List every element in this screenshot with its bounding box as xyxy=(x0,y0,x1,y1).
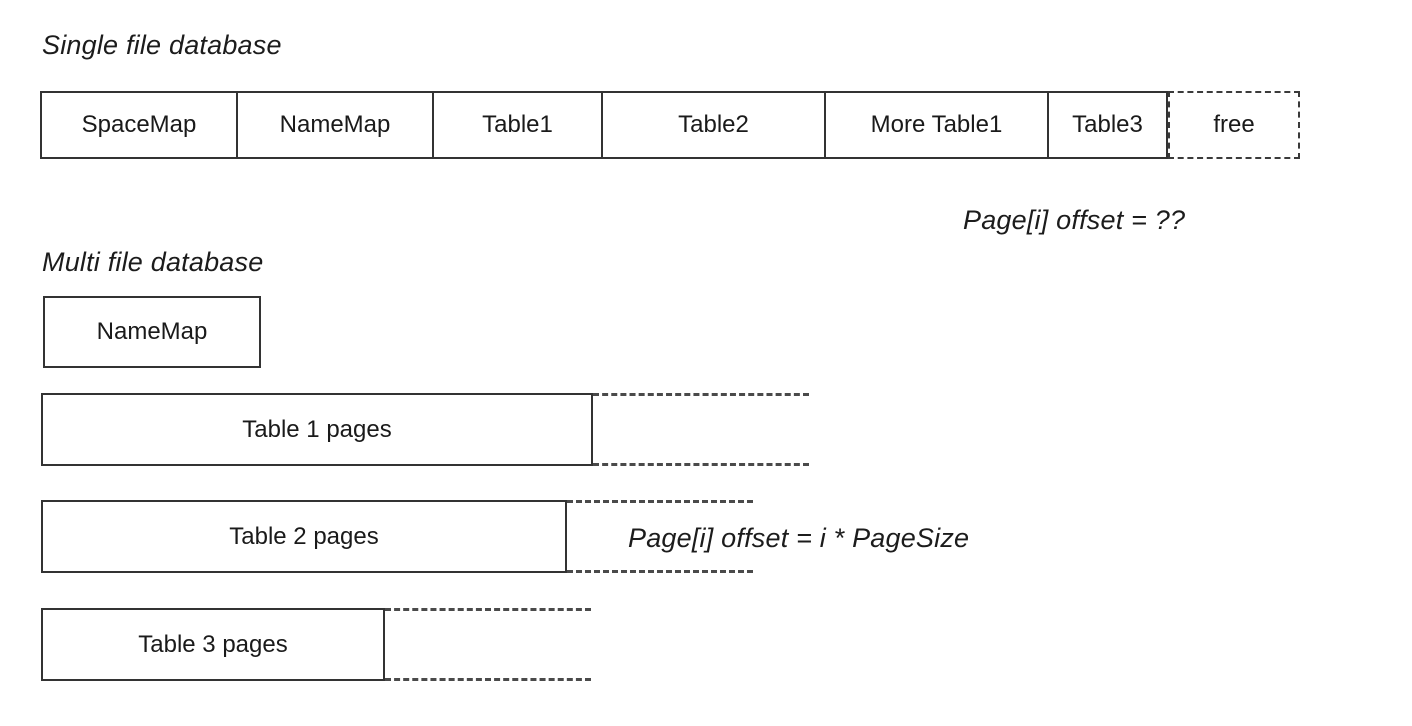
strip-cell-label: Table3 xyxy=(1072,111,1143,138)
table-3-pages-growth-extension xyxy=(385,608,591,681)
single-file-offset-formula: Page[i] offset = ?? xyxy=(963,205,1186,235)
growth-extension-bottom-rule xyxy=(385,678,591,681)
growth-extension-bottom-rule xyxy=(567,570,753,573)
growth-extension-top-rule xyxy=(385,608,591,611)
strip-cell-namemap: NameMap xyxy=(237,91,433,159)
strip-cell-label: NameMap xyxy=(279,111,391,138)
strip-cell-table3: Table3 xyxy=(1048,91,1168,159)
growth-extension-top-rule xyxy=(567,500,753,503)
multi-file-box-label: Table 2 pages xyxy=(229,522,379,550)
multi-file-offset-formula: Page[i] offset = i * PageSize xyxy=(628,523,970,553)
multi-file-box-table-1-pages: Table 1 pages xyxy=(41,393,593,466)
strip-cell-spacemap: SpaceMap xyxy=(40,91,237,159)
strip-cell-label: free xyxy=(1213,111,1255,138)
multi-file-box-label: NameMap xyxy=(96,318,208,345)
multi-file-box-namemap: NameMap xyxy=(43,296,261,368)
growth-extension-top-rule xyxy=(593,393,809,396)
strip-cell-label: More Table1 xyxy=(870,111,1003,138)
database-layout-diagram: Single file database SpaceMap NameMap Ta… xyxy=(0,0,1412,726)
table-1-pages-growth-extension xyxy=(593,393,809,466)
strip-cell-table1: Table1 xyxy=(433,91,602,159)
single-file-database-caption: Single file database xyxy=(42,30,282,60)
growth-extension-bottom-rule xyxy=(593,463,809,466)
strip-cell-label: Table2 xyxy=(678,111,749,138)
single-file-strip: SpaceMap NameMap Table1 Table2 More Tabl… xyxy=(40,91,1300,159)
strip-cell-table2: Table2 xyxy=(602,91,825,159)
multi-file-box-label: Table 3 pages xyxy=(138,630,288,658)
strip-cell-free: free xyxy=(1168,91,1300,159)
strip-cell-label: Table1 xyxy=(482,111,553,138)
multi-file-box-table-2-pages: Table 2 pages xyxy=(41,500,567,573)
multi-file-box-table-3-pages: Table 3 pages xyxy=(41,608,385,681)
strip-cell-label: SpaceMap xyxy=(81,111,197,138)
multi-file-box-label: Table 1 pages xyxy=(242,415,392,443)
strip-cell-more-table1: More Table1 xyxy=(825,91,1048,159)
multi-file-database-caption: Multi file database xyxy=(42,247,264,277)
